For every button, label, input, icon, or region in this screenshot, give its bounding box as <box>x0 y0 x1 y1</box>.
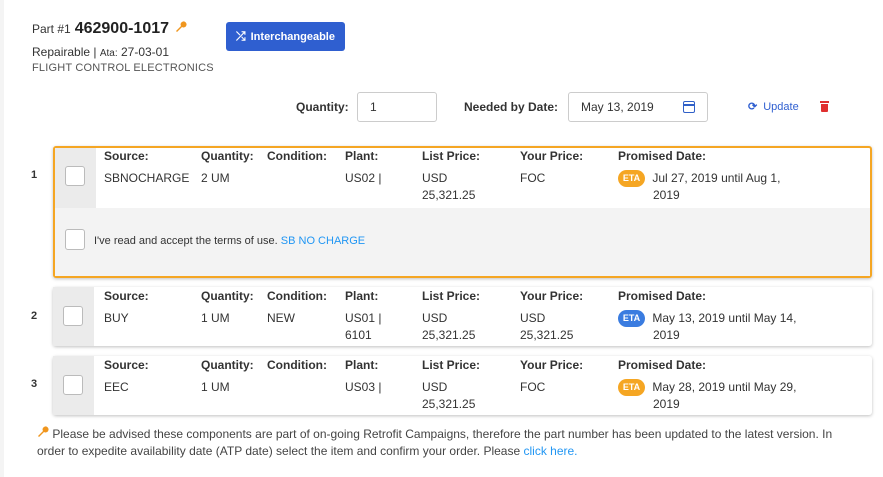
promised-date-header: Promised Date: <box>618 289 707 303</box>
terms-link[interactable]: SB NO CHARGE <box>281 235 365 247</box>
row-checkbox[interactable] <box>63 375 83 395</box>
quantity-header: Quantity: <box>201 358 254 372</box>
source-option-card[interactable]: Source: Quantity: Condition: Plant: List… <box>53 287 872 346</box>
condition-value: NEW <box>267 311 295 325</box>
wrench-icon <box>37 426 52 441</box>
quantity-label: Quantity: <box>296 100 349 114</box>
quantity-value: 1 UM <box>201 380 230 394</box>
list-price-value: USD 25,321.25 <box>422 171 476 202</box>
terms-checkbox[interactable] <box>65 229 85 250</box>
quantity-input[interactable] <box>357 92 437 122</box>
row-checkbox[interactable] <box>65 166 85 186</box>
plant-header: Plant: <box>345 358 379 372</box>
calendar-icon[interactable] <box>683 101 695 113</box>
refresh-icon: ⟳ <box>748 101 758 113</box>
plant-value: US01 | 6101 <box>345 311 382 342</box>
source-option-card[interactable]: Source: Quantity: Condition: Plant: List… <box>53 146 872 278</box>
quantity-header: Quantity: <box>201 149 254 163</box>
row-checkbox[interactable] <box>63 306 83 326</box>
condition-header: Condition: <box>267 358 327 372</box>
your-price-value: USD 25,321.25 <box>520 311 574 342</box>
part-prefix: Part #1 <box>32 22 71 36</box>
plant-header: Plant: <box>345 149 379 163</box>
check-column <box>53 356 94 415</box>
interchangeable-button[interactable]: ⤮ Interchangeable <box>226 22 345 51</box>
ata-value: 27-03-01 <box>120 45 170 59</box>
part-status: Repairable | <box>32 45 97 59</box>
condition-header: Condition: <box>267 149 327 163</box>
trash-icon[interactable] <box>820 101 829 112</box>
eta-badge: ETA <box>618 310 645 327</box>
row-number: 2 <box>31 310 38 322</box>
source-value: EEC <box>104 380 129 394</box>
plant-value: US02 | <box>345 171 382 185</box>
source-header: Source: <box>104 149 149 163</box>
promised-date-value: ETA Jul 27, 2019 until Aug 1, 2019 <box>618 170 818 204</box>
retrofit-notice: Please be advised these components are p… <box>37 426 857 460</box>
promised-date-header: Promised Date: <box>618 358 707 372</box>
source-header: Source: <box>104 358 149 372</box>
promised-date-value: ETA May 13, 2019 until May 14, 2019 <box>618 310 818 344</box>
row-number: 1 <box>31 169 38 181</box>
needed-by-date-label: Needed by Date: <box>464 100 559 114</box>
part-header: Part #1 462900-1017 Repairable | Ata: 27… <box>32 20 214 74</box>
part-status-line: Repairable | Ata: 27-03-01 <box>32 45 214 59</box>
terms-area: I've read and accept the terms of use. S… <box>55 208 870 276</box>
list-price-header: List Price: <box>422 289 481 303</box>
eta-badge: ETA <box>618 170 645 187</box>
part-panel: Part #1 462900-1017 Repairable | Ata: 27… <box>4 0 883 477</box>
retrofit-notice-text: Please be advised these components are p… <box>37 427 833 458</box>
ata-label: Ata: <box>99 48 118 59</box>
list-price-header: List Price: <box>422 358 481 372</box>
row-number: 3 <box>31 378 38 390</box>
your-price-value: FOC <box>520 380 546 394</box>
part-category: FLIGHT CONTROL ELECTRONICS <box>32 62 214 74</box>
list-price-header: List Price: <box>422 149 481 163</box>
shuffle-icon: ⤮ <box>236 29 246 43</box>
source-option-card[interactable]: Source: Quantity: Condition: Plant: List… <box>53 356 872 415</box>
eta-badge: ETA <box>618 379 645 396</box>
quantity-value: 2 UM <box>201 171 230 185</box>
your-price-header: Your Price: <box>520 289 584 303</box>
plant-value: US03 | <box>345 380 382 394</box>
interchangeable-label: Interchangeable <box>250 30 335 43</box>
check-column <box>55 148 96 208</box>
quantity-value: 1 UM <box>201 311 230 325</box>
part-number: 462900-1017 <box>74 20 170 37</box>
wrench-icon <box>175 21 187 36</box>
list-price-value: USD 25,321.25 <box>422 311 476 342</box>
promised-date-value: ETA May 28, 2019 until May 29, 2019 <box>618 379 818 413</box>
source-value: BUY <box>104 311 129 325</box>
quantity-header: Quantity: <box>201 289 254 303</box>
your-price-value: FOC <box>520 171 546 185</box>
needed-by-date-input[interactable]: May 13, 2019 <box>568 92 708 122</box>
your-price-header: Your Price: <box>520 149 584 163</box>
condition-header: Condition: <box>267 289 327 303</box>
date-value: May 13, 2019 <box>581 100 654 114</box>
update-label: Update <box>763 100 799 113</box>
promised-date-header: Promised Date: <box>618 149 707 163</box>
update-button[interactable]: ⟳ Update <box>748 100 799 114</box>
list-price-value: USD 25,321.25 <box>422 380 476 411</box>
check-column <box>53 287 94 346</box>
source-value: SBNOCHARGE <box>104 171 190 185</box>
source-header: Source: <box>104 289 149 303</box>
click-here-link[interactable]: click here. <box>523 444 577 458</box>
terms-text: I've read and accept the terms of use. S… <box>94 235 366 247</box>
plant-header: Plant: <box>345 289 379 303</box>
your-price-header: Your Price: <box>520 358 584 372</box>
